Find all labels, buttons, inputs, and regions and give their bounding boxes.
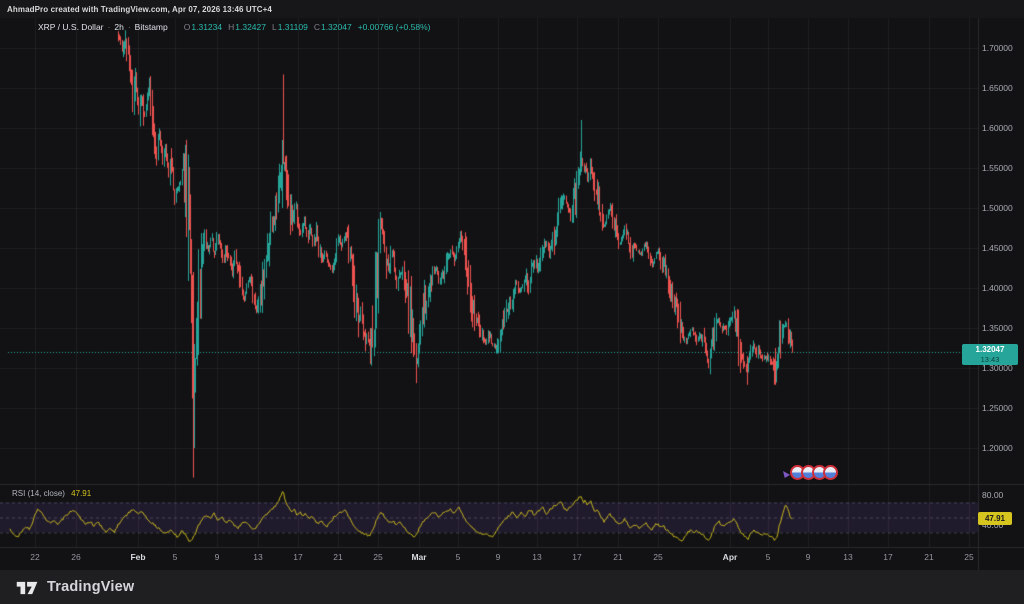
low-label: L (271, 22, 277, 32)
exchange-label: Bitstamp (134, 22, 168, 32)
time-tick-label: Apr (722, 552, 738, 562)
price-tick-label: 1.20000 (982, 443, 1013, 453)
close-value: 1.32047 (320, 22, 352, 32)
time-tick-label: 5 (455, 552, 461, 562)
time-tick-label: 26 (71, 552, 81, 562)
legend-separator: · (107, 22, 111, 32)
time-tick-label: 13 (253, 552, 263, 562)
tradingview-chart-image: AhmadPro created with TradingView.com, A… (0, 0, 1024, 604)
price-tick-label: 1.55000 (982, 163, 1013, 173)
ohlc-values: O 1.31234 H 1.32427 L 1.31109 C 1.32047 +0.0… (178, 22, 431, 32)
close-label: C (313, 22, 320, 32)
low-value: 1.31109 (277, 22, 308, 32)
time-tick-label: 5 (765, 552, 771, 562)
symbol-legend: XRP / U.S. Dollar · 2h · Bitstamp O 1.312… (38, 22, 430, 32)
time-tick-label: Feb (130, 552, 146, 562)
symbol-title: XRP / U.S. Dollar (38, 22, 104, 32)
interval-label: 2h (114, 22, 124, 32)
price-tick-label: 1.25000 (982, 403, 1013, 413)
price-tick-label: 1.60000 (982, 123, 1013, 133)
price-tick-label: 1.40000 (982, 283, 1013, 293)
time-tick-label: 17 (883, 552, 893, 562)
price-tick-label: 1.65000 (982, 83, 1013, 93)
time-tick-label: 21 (333, 552, 343, 562)
time-tick-label: 21 (924, 552, 934, 562)
price-tick-label: 1.35000 (982, 323, 1013, 333)
legend-separator: · (127, 22, 131, 32)
time-tick-label: 21 (613, 552, 623, 562)
rsi-tick-label: 80.00 (982, 490, 1004, 500)
rsi-title: RSI (12, 489, 26, 498)
time-tick-label: 25 (373, 552, 383, 562)
time-tick-label: 13 (843, 552, 853, 562)
tradingview-logo-icon[interactable] (16, 580, 40, 595)
price-tick-label: 1.70000 (982, 43, 1013, 53)
price-tick-label: 1.50000 (982, 203, 1013, 213)
last-price-value: 1.32047 (975, 345, 1005, 354)
tradingview-wordmark[interactable]: TradingView (47, 579, 134, 595)
time-tick-label: 17 (293, 552, 303, 562)
time-tick-label: 5 (172, 552, 178, 562)
time-tick-label: 17 (572, 552, 582, 562)
time-tick-label: 25 (964, 552, 974, 562)
time-tick-label: Mar (411, 552, 427, 562)
high-label: H (228, 22, 235, 32)
bar-countdown: 13:43 (980, 355, 1000, 364)
rsi-params: (14, close) (27, 489, 65, 498)
price-tick-label: 1.45000 (982, 243, 1013, 253)
attribution-text: AhmadPro created with TradingView.com, A… (7, 4, 272, 14)
footer-bar: TradingView (0, 570, 1024, 604)
attribution-bar: AhmadPro created with TradingView.com, A… (0, 0, 1024, 18)
time-tick-label: 22 (30, 552, 40, 562)
change-value: +0.00766 (+0.58%) (357, 22, 431, 32)
open-value: 1.31234 (191, 22, 223, 32)
rsi-legend: RSI (14, close) 47.91 (12, 489, 91, 498)
rsi-value: 47.91 (71, 489, 92, 498)
candlestick-chart-canvas[interactable] (0, 0, 1024, 604)
open-label: O (183, 22, 191, 32)
high-value: 1.32427 (235, 22, 266, 32)
time-tick-label: 9 (495, 552, 501, 562)
time-tick-label: 9 (214, 552, 220, 562)
last-price-badge: 1.32047 13:43 (962, 344, 1018, 365)
rsi-value-badge: 47.91 (978, 512, 1012, 525)
emoji-sticker-4[interactable] (823, 465, 838, 480)
time-tick-label: 13 (532, 552, 542, 562)
time-tick-label: 9 (805, 552, 811, 562)
time-tick-label: 25 (653, 552, 663, 562)
